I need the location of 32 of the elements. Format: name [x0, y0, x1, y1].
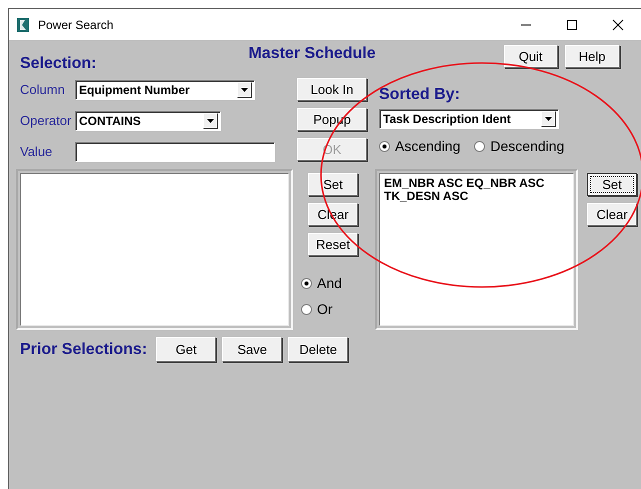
- caret-icon: [241, 88, 248, 92]
- quit-button[interactable]: Quit: [504, 45, 558, 68]
- dropdown[interactable]: Task Description Ident: [379, 109, 559, 129]
- action-button[interactable]: Set: [587, 173, 637, 196]
- app-icon: [17, 18, 29, 32]
- action-button[interactable]: Get: [156, 337, 216, 362]
- window-title: Power Search: [38, 18, 114, 32]
- section-heading: Sorted By:: [379, 86, 461, 105]
- radio-button[interactable]: Descending: [474, 138, 564, 154]
- dropdown[interactable]: CONTAINS: [75, 110, 221, 130]
- action-button[interactable]: Reset: [308, 233, 358, 256]
- action-button[interactable]: Save: [222, 337, 282, 362]
- field-label: Column: [19, 82, 66, 97]
- field-label: Operator: [19, 113, 72, 128]
- help-button[interactable]: Help: [564, 45, 620, 68]
- dropdown[interactable]: Equipment Number: [75, 80, 255, 100]
- radio-button[interactable]: And: [301, 275, 368, 291]
- radio-button[interactable]: Ascending: [379, 138, 460, 154]
- section-heading: Selection:: [20, 55, 96, 73]
- caret-icon: [545, 117, 552, 121]
- form-title: Master Schedule: [248, 45, 376, 63]
- sort-list[interactable]: EM_NBR ASC EQ_NBR ASC TK_DESN ASC: [375, 169, 578, 330]
- field-label: Value: [19, 144, 54, 159]
- radio-button[interactable]: Or: [301, 301, 368, 317]
- sort-list-item[interactable]: EM_NBR ASC EQ_NBR ASC TK_DESN ASC: [384, 177, 569, 203]
- value-field[interactable]: [75, 142, 275, 162]
- action-button[interactable]: Delete: [288, 337, 348, 362]
- action-button[interactable]: Clear: [587, 203, 637, 226]
- caret-icon: [207, 118, 214, 122]
- action-button[interactable]: Look In: [297, 78, 367, 101]
- section-heading: Prior Selections:: [20, 340, 148, 358]
- action-button[interactable]: Set: [308, 173, 358, 196]
